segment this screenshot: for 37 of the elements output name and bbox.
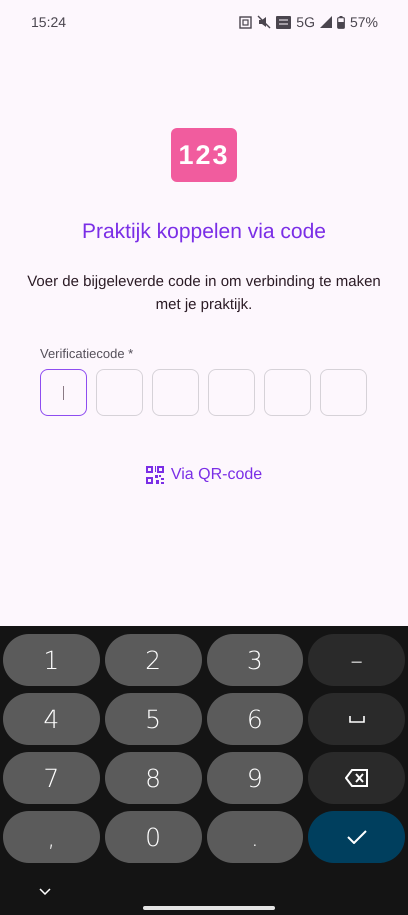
check-icon <box>346 830 367 844</box>
qr-code-icon <box>146 466 164 484</box>
key[interactable]: 8 <box>104 752 202 804</box>
description: Voer de bijgeleverde code in om verbinding te maken met je praktijk. <box>26 272 382 315</box>
battery-icon <box>336 16 345 28</box>
key[interactable]: 7 <box>3 752 100 804</box>
logo: 123 <box>171 128 237 182</box>
backspace-icon <box>344 768 369 788</box>
nfc-icon <box>239 16 252 28</box>
volte-icon <box>276 16 292 28</box>
key[interactable]: 2 <box>104 634 202 686</box>
enter-key[interactable] <box>308 811 405 863</box>
key[interactable]: – <box>308 634 405 686</box>
key[interactable]: 5 <box>104 693 202 745</box>
chevron-down-icon[interactable] <box>39 888 51 895</box>
key[interactable]: 4 <box>3 693 100 745</box>
qr-code-link[interactable]: Via QR-code <box>146 466 262 484</box>
backspace-key[interactable] <box>308 752 405 804</box>
signal-icon <box>320 16 332 28</box>
key[interactable]: , <box>3 811 100 863</box>
key[interactable]: 0 <box>104 811 202 863</box>
key[interactable]: 3 <box>206 634 304 686</box>
network-type: 5G <box>296 14 315 30</box>
key[interactable]: 1 <box>3 634 100 686</box>
text-cursor <box>63 386 64 400</box>
space-key[interactable] <box>308 693 405 745</box>
mute-icon <box>257 15 272 29</box>
page-title: Praktijk koppelen via code <box>82 220 326 244</box>
field-label: Verificatiecode * <box>40 346 134 361</box>
key[interactable]: 6 <box>206 693 304 745</box>
status-time: 15:24 <box>31 14 68 30</box>
space-icon <box>348 715 365 723</box>
home-indicator[interactable] <box>143 906 275 910</box>
key[interactable]: 9 <box>206 752 304 804</box>
code-digit-field[interactable] <box>40 369 87 416</box>
battery-level: 57% <box>350 14 378 30</box>
key[interactable]: . <box>206 811 304 863</box>
